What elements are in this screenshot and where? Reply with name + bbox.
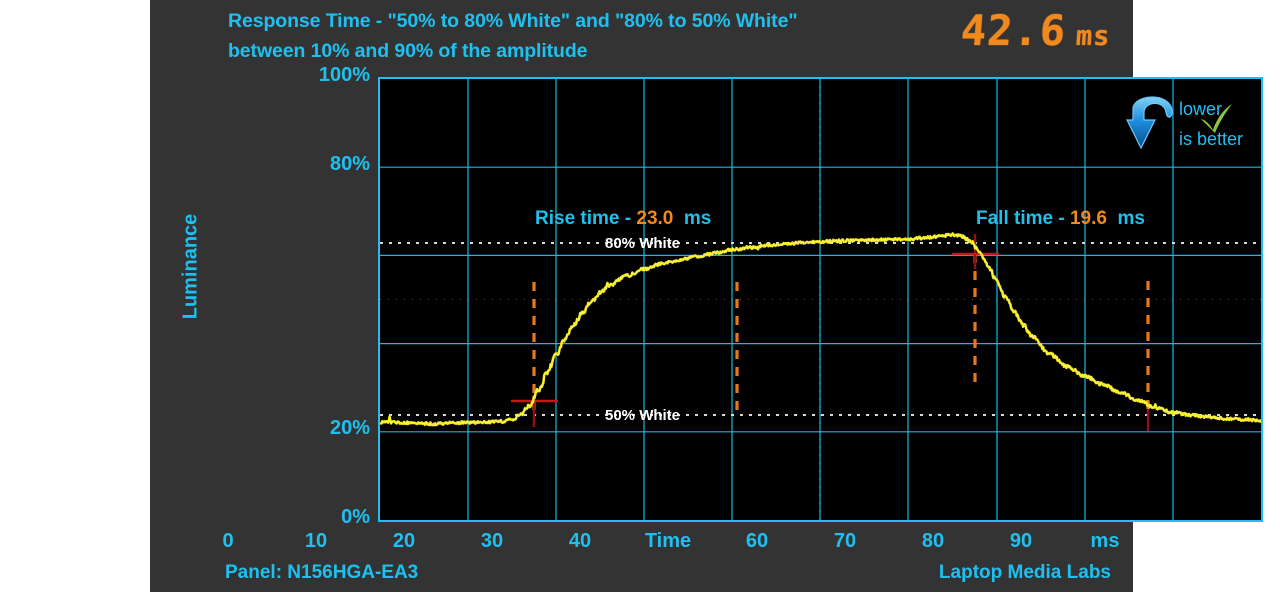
x-axis-unit: ms	[1090, 530, 1120, 552]
screenshot-root: Response Time - "50% to 80% White" and "…	[0, 0, 1280, 600]
credit-label: Laptop Media Labs	[938, 562, 1111, 583]
x-tick-40: 40	[568, 530, 592, 552]
panel-model-label: Panel: N156HGA-EA3	[225, 562, 419, 583]
oscilloscope-plot-area: 80% White 50% White lower is better Ch1 …	[378, 77, 1263, 522]
measurement-markers	[532, 254, 1150, 417]
x-tick-90: 90	[1009, 530, 1033, 552]
y-axis-title: Luminance	[179, 213, 202, 320]
x-axis-title: Time	[644, 530, 692, 552]
chart-title-line-2: between 10% and 90% of the amplitude	[228, 40, 588, 62]
y-tick-20: 20%	[329, 417, 370, 439]
badge-text: lower is better	[1179, 94, 1243, 154]
x-tick-20: 20	[392, 530, 416, 552]
marker-stems	[532, 234, 1150, 431]
ref-label-50: 50% White	[605, 407, 681, 424]
curved-down-arrow-icon	[1126, 96, 1173, 150]
chart-title: Response Time - "50% to 80% White" and "…	[228, 6, 928, 66]
response-time-unit: ms	[1075, 21, 1113, 52]
rise-time-annotation: Rise time - 23.0 ms	[535, 208, 711, 230]
y-tick-100: 100%	[318, 64, 370, 86]
x-tick-0: 0	[222, 530, 234, 552]
lower-is-better-badge: lower is better	[1125, 90, 1261, 162]
y-tick-80: 80%	[329, 153, 370, 175]
chart-title-line-1: Response Time - "50% to 80% White" and "…	[228, 10, 798, 32]
x-tick-80: 80	[921, 530, 945, 552]
fall-time-unit: ms	[1106, 208, 1145, 229]
x-tick-60: 60	[745, 530, 769, 552]
rise-time-unit: ms	[673, 208, 712, 229]
ref-label-80: 80% White	[605, 235, 681, 252]
y-tick-0: 0%	[341, 506, 370, 528]
fall-time-annotation: Fall time - 19.6 ms	[976, 208, 1145, 230]
x-tick-70: 70	[833, 530, 857, 552]
response-time-readout: 42.6 ms	[959, 6, 1113, 55]
rise-time-value: 23.0	[636, 208, 674, 229]
fall-time-label: Fall time -	[976, 208, 1070, 229]
response-time-value: 42.6	[959, 6, 1069, 55]
response-time-chart-panel: Response Time - "50% to 80% White" and "…	[150, 0, 1263, 592]
x-tick-30: 30	[480, 530, 504, 552]
badge-line-1: lower	[1179, 99, 1223, 119]
rise-time-label: Rise time -	[535, 208, 637, 229]
x-tick-10: 10	[304, 530, 328, 552]
badge-line-2: is better	[1179, 129, 1244, 149]
crosshair-markers	[511, 252, 999, 403]
fall-time-value: 19.6	[1069, 208, 1107, 229]
